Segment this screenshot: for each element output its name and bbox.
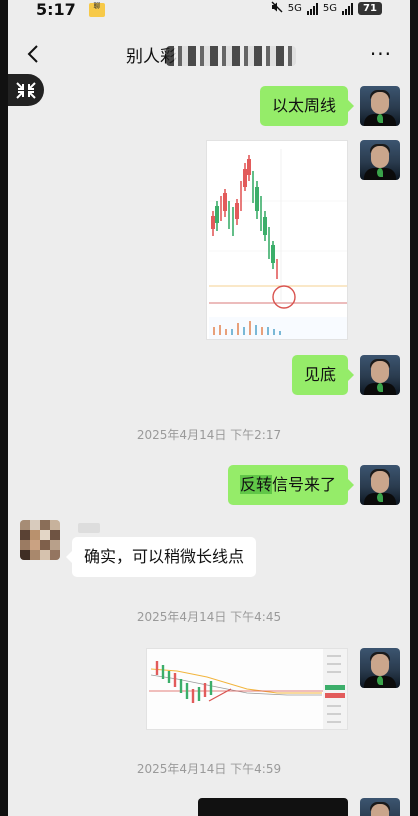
title-redacted — [166, 46, 296, 66]
message-text: 确实，可以稍微长线点 — [84, 547, 245, 566]
sender-name-redacted — [78, 523, 100, 533]
signal-icon — [306, 2, 318, 15]
my-avatar[interactable] — [360, 648, 400, 688]
message-timestamp: 2025年4月14日 下午2:17 — [136, 428, 282, 442]
message-timestamp: 2025年4月14日 下午4:59 — [136, 762, 282, 776]
chat-screen: 5:17 聊 5G 5G 71 别人彩 ··· 以太周线 见底 2025年4月1… — [8, 0, 410, 816]
highlighted-text: 反转 — [239, 475, 272, 494]
message-text: 信号来了 — [271, 475, 336, 494]
message-bubble[interactable]: 以太周线 — [259, 86, 348, 126]
my-avatar[interactable] — [360, 355, 400, 395]
contact-avatar-redacted[interactable] — [20, 520, 60, 560]
network-type-2: 5G — [322, 3, 337, 14]
chart-image-message[interactable] — [206, 140, 348, 340]
message-text: 以太周线 — [271, 96, 336, 115]
candlestick-chart-thumbnail — [147, 649, 347, 729]
message-bubble[interactable]: 反转信号来了 — [227, 465, 348, 505]
mute-icon — [271, 1, 283, 16]
message-timestamp: 2025年4月14日 下午4:45 — [136, 610, 282, 624]
chart-image-message[interactable] — [146, 648, 348, 730]
chat-header: 别人彩 ··· — [8, 30, 410, 78]
floating-minimize-button[interactable] — [8, 74, 44, 106]
more-options-icon[interactable]: ··· — [370, 42, 392, 66]
collapse-icon — [16, 82, 36, 99]
battery-icon: 71 — [358, 2, 382, 15]
my-avatar[interactable] — [360, 86, 400, 126]
network-type-1: 5G — [287, 3, 302, 14]
my-avatar[interactable] — [360, 465, 400, 505]
status-time: 5:17 — [36, 0, 76, 19]
back-icon[interactable] — [22, 40, 46, 68]
status-icons: 5G 5G 71 — [271, 1, 382, 16]
message-bubble[interactable]: 确实，可以稍微长线点 — [72, 537, 257, 577]
my-avatar[interactable] — [360, 140, 400, 180]
message-bubble[interactable]: 见底 — [291, 355, 348, 395]
phone-frame: 5:17 聊 5G 5G 71 别人彩 ··· 以太周线 见底 2025年4月1… — [0, 0, 418, 816]
app-notification-icon: 聊 — [89, 3, 105, 17]
next-message-partial — [198, 798, 348, 816]
my-avatar[interactable] — [360, 798, 400, 816]
eth-weekly-chart-thumbnail — [207, 141, 347, 339]
signal-icon-2 — [342, 2, 353, 15]
status-bar: 5:17 聊 5G 5G 71 — [8, 0, 410, 30]
message-text: 见底 — [303, 365, 336, 384]
